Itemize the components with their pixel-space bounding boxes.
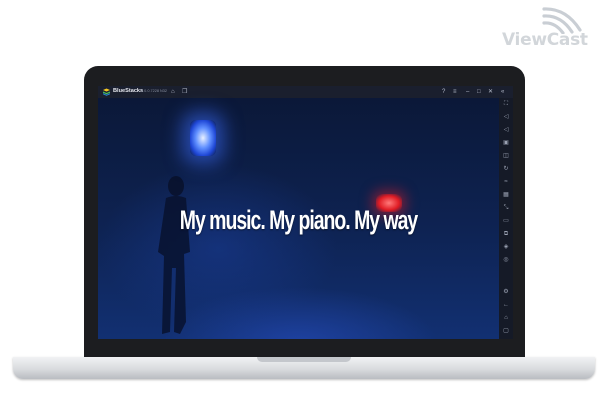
pianist-silhouette — [158, 176, 190, 334]
help-icon[interactable]: ? — [442, 88, 445, 96]
bluestacks-logo-icon — [103, 88, 110, 96]
folder-icon[interactable]: ▭ — [502, 217, 510, 225]
android-home-icon[interactable]: ⌂ — [502, 314, 510, 322]
emulator-sidebar: ⛶ ◁ ◁ ▣ ◫ ↻ ≈ ▦ ⤡ ▭ ⧉ ◈ ◎ ⚙ ← ⌂ ▢ — [499, 98, 513, 339]
macro-icon[interactable]: ▦ — [502, 191, 510, 199]
blue-light — [190, 120, 216, 156]
screen: BlueStacks 5.0.0.7228 N32 ⌂ ❐ ? ≡ – □ ✕ … — [98, 86, 513, 339]
app-titlebar: BlueStacks 5.0.0.7228 N32 ⌂ ❐ ? ≡ – □ ✕ … — [98, 86, 513, 98]
copy-icon[interactable]: ❐ — [182, 88, 187, 96]
laptop-notch — [257, 357, 351, 362]
minimize-icon[interactable]: – — [466, 88, 469, 96]
app-version: 5.0.0.7228 N32 — [141, 88, 167, 93]
home-icon[interactable]: ⌂ — [171, 88, 175, 96]
volume-up-icon[interactable]: ◁ — [502, 113, 510, 121]
screenshot-icon[interactable]: ◫ — [502, 152, 510, 160]
media-icon[interactable]: ▣ — [502, 139, 510, 147]
back-icon[interactable]: ← — [502, 301, 510, 309]
eco-icon[interactable]: ◎ — [502, 256, 510, 264]
video-caption: My music. My piano. My way — [179, 205, 418, 235]
maximize-icon[interactable]: □ — [477, 88, 481, 96]
rotate-icon[interactable]: ↻ — [502, 165, 510, 173]
video-player[interactable]: My music. My piano. My way — [98, 98, 499, 339]
logo-text: ViewCast — [502, 30, 588, 50]
close-icon[interactable]: ✕ — [488, 88, 493, 96]
multi-instance-icon[interactable]: ⧉ — [502, 230, 510, 238]
menu-icon[interactable]: ≡ — [453, 88, 457, 96]
volume-down-icon[interactable]: ◁ — [502, 126, 510, 134]
settings-icon[interactable]: ⚙ — [502, 288, 510, 296]
layers-icon[interactable]: ◈ — [502, 243, 510, 251]
collapse-sidebar-icon[interactable]: « — [501, 88, 504, 96]
recents-icon[interactable]: ▢ — [502, 327, 510, 335]
resize-icon[interactable]: ⤡ — [502, 204, 510, 212]
shake-icon[interactable]: ≈ — [502, 178, 510, 186]
fullscreen-icon[interactable]: ⛶ — [502, 100, 510, 108]
app-name: BlueStacks — [113, 87, 144, 94]
